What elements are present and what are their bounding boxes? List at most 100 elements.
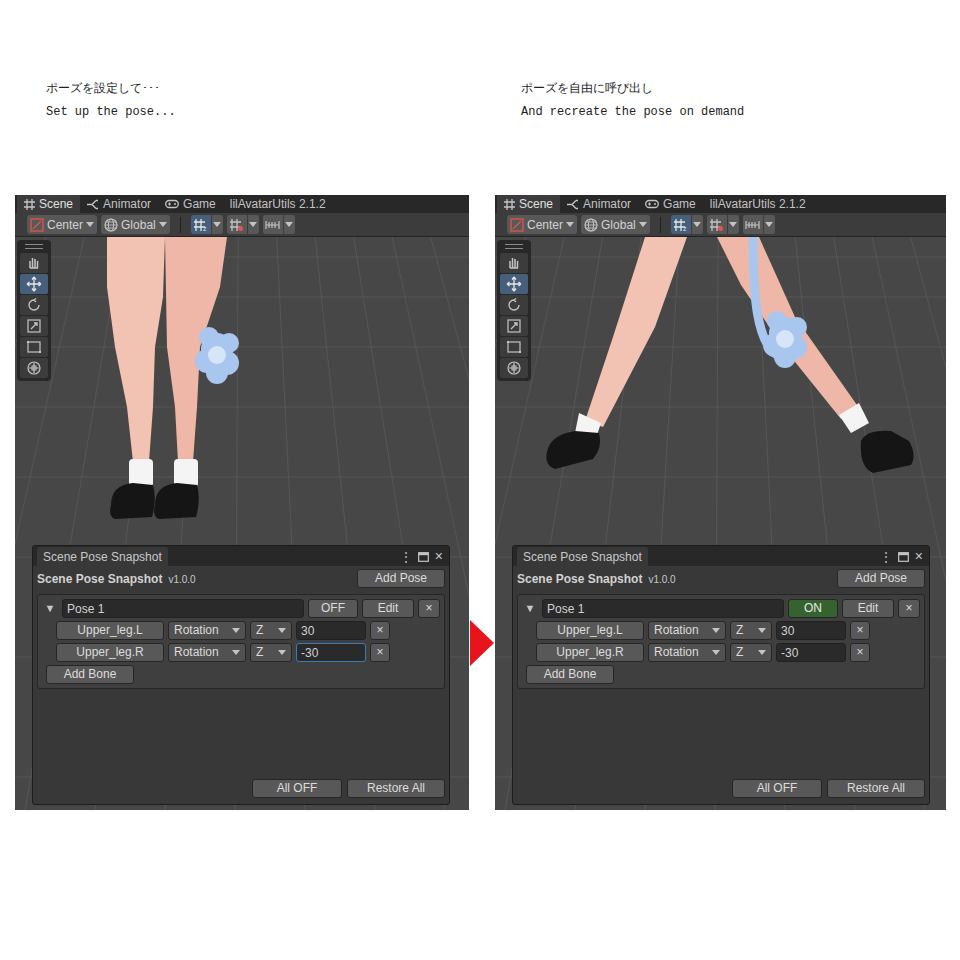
bone-button[interactable]: Upper_leg.L [56, 621, 164, 640]
snap-toggle[interactable] [707, 215, 727, 234]
screenshot-row: SceneAnimatorGamelilAvatarUtils 2.1.2Cen… [15, 195, 960, 810]
remove-bone-button[interactable]: × [370, 643, 390, 662]
editor-tab[interactable]: Animator [560, 195, 638, 213]
snap-menu[interactable] [283, 215, 295, 234]
scene-tool[interactable] [20, 316, 48, 336]
space-dropdown[interactable]: Global [101, 215, 170, 234]
palette-handle[interactable] [505, 244, 523, 249]
edit-button[interactable]: Edit [842, 599, 894, 618]
remove-pose-button[interactable]: × [418, 599, 440, 618]
window-tab[interactable]: Scene Pose Snapshot [517, 547, 648, 566]
window-close[interactable]: × [435, 546, 443, 567]
axis-dropdown[interactable]: Z [250, 643, 292, 662]
snap-button[interactable] [263, 215, 295, 234]
add-pose-button[interactable]: Add Pose [837, 569, 925, 588]
editor-tab[interactable]: Animator [80, 195, 158, 213]
pose-card: ▼ONEdit×Upper_leg.LRotationZ×Upper_leg.R… [517, 594, 925, 689]
axis-dropdown[interactable]: Z [730, 621, 772, 640]
ruler-icon [265, 218, 280, 232]
add-pose-button[interactable]: Add Pose [357, 569, 445, 588]
value-field[interactable] [776, 643, 846, 662]
remove-bone-button[interactable]: × [850, 621, 870, 640]
scene-tool[interactable] [500, 274, 528, 294]
restore-all-button[interactable]: Restore All [827, 779, 925, 798]
remove-bone-button[interactable]: × [370, 621, 390, 640]
value-field[interactable] [296, 621, 366, 640]
dropdown-arrow-icon [278, 628, 286, 633]
snap-button[interactable] [227, 215, 259, 234]
snap-button[interactable]: z [671, 215, 703, 234]
snap-button[interactable] [743, 215, 775, 234]
all-off-button[interactable]: All OFF [732, 779, 822, 798]
pivot-dropdown[interactable]: Center [507, 215, 577, 234]
window-tab[interactable]: Scene Pose Snapshot [37, 547, 168, 566]
snap-button[interactable]: z [191, 215, 223, 234]
space-label: Global [121, 216, 156, 234]
editor-tab[interactable]: Game [158, 195, 223, 213]
editor-tab[interactable]: lilAvatarUtils 2.1.2 [223, 195, 333, 213]
window-close[interactable]: × [915, 546, 923, 567]
property-dropdown[interactable]: Rotation [168, 643, 246, 662]
scene-view: Scene Pose Snapshot⋮×Scene Pose Snapshot… [15, 237, 469, 810]
snap-menu[interactable] [211, 215, 223, 234]
property-dropdown[interactable]: Rotation [648, 621, 726, 640]
pose-name-field[interactable] [542, 599, 784, 618]
scene-tool[interactable] [20, 253, 48, 273]
window-menu[interactable]: ⋮ [880, 548, 892, 566]
scene-tool[interactable] [20, 274, 48, 294]
bone-button[interactable]: Upper_leg.R [56, 643, 164, 662]
add-bone-button[interactable]: Add Bone [46, 665, 134, 684]
scene-tool[interactable] [500, 358, 528, 378]
property-dropdown[interactable]: Rotation [648, 643, 726, 662]
snap-menu[interactable] [691, 215, 703, 234]
bone-button[interactable]: Upper_leg.R [536, 643, 644, 662]
axis-dropdown[interactable]: Z [250, 621, 292, 640]
add-bone-button[interactable]: Add Bone [526, 665, 614, 684]
snap-menu[interactable] [727, 215, 739, 234]
snap-toggle[interactable]: z [191, 215, 211, 234]
version-label: v1.0.0 [648, 572, 675, 587]
window-menu[interactable]: ⋮ [400, 548, 412, 566]
pose-expander[interactable]: ▼ [42, 600, 58, 617]
value-field[interactable] [296, 643, 366, 662]
pivot-dropdown[interactable]: Center [27, 215, 97, 234]
remove-pose-button[interactable]: × [898, 599, 920, 618]
remove-bone-button[interactable]: × [850, 643, 870, 662]
snap-toggle[interactable]: z [671, 215, 691, 234]
snap-toggle[interactable] [263, 215, 283, 234]
pose-name-field[interactable] [62, 599, 304, 618]
scene-tool[interactable] [500, 295, 528, 315]
property-dropdown[interactable]: Rotation [168, 621, 246, 640]
bone-button[interactable]: Upper_leg.L [536, 621, 644, 640]
space-dropdown[interactable]: Global [581, 215, 650, 234]
pose-expander[interactable]: ▼ [522, 600, 538, 617]
pose-toggle-button[interactable]: OFF [308, 599, 358, 618]
restore-all-button[interactable]: Restore All [347, 779, 445, 798]
window-body: Scene Pose Snapshotv1.0.0Add Pose▼OFFEdi… [33, 566, 449, 804]
scene-tool[interactable] [500, 316, 528, 336]
scene-tool[interactable] [20, 358, 48, 378]
snap-toggle[interactable] [743, 215, 763, 234]
edit-button[interactable]: Edit [362, 599, 414, 618]
editor-tab[interactable]: Game [638, 195, 703, 213]
editor-tab[interactable]: Scene [17, 195, 80, 213]
snap-menu[interactable] [247, 215, 259, 234]
scene-tool[interactable] [20, 295, 48, 315]
red-arrow-icon [470, 620, 494, 666]
maximize-icon[interactable] [418, 552, 429, 562]
value-field[interactable] [776, 621, 846, 640]
axis-dropdown[interactable]: Z [730, 643, 772, 662]
pose-toggle-button[interactable]: ON [788, 599, 838, 618]
snap-toggle[interactable] [227, 215, 247, 234]
maximize-icon[interactable] [898, 552, 909, 562]
snap-button[interactable] [707, 215, 739, 234]
all-off-button[interactable]: All OFF [252, 779, 342, 798]
hand-icon [26, 255, 42, 271]
snap-menu[interactable] [763, 215, 775, 234]
scene-tool[interactable] [500, 253, 528, 273]
editor-tab[interactable]: lilAvatarUtils 2.1.2 [703, 195, 813, 213]
scene-tool[interactable] [20, 337, 48, 357]
scene-tool[interactable] [500, 337, 528, 357]
editor-tab[interactable]: Scene [497, 195, 560, 213]
palette-handle[interactable] [25, 244, 43, 249]
